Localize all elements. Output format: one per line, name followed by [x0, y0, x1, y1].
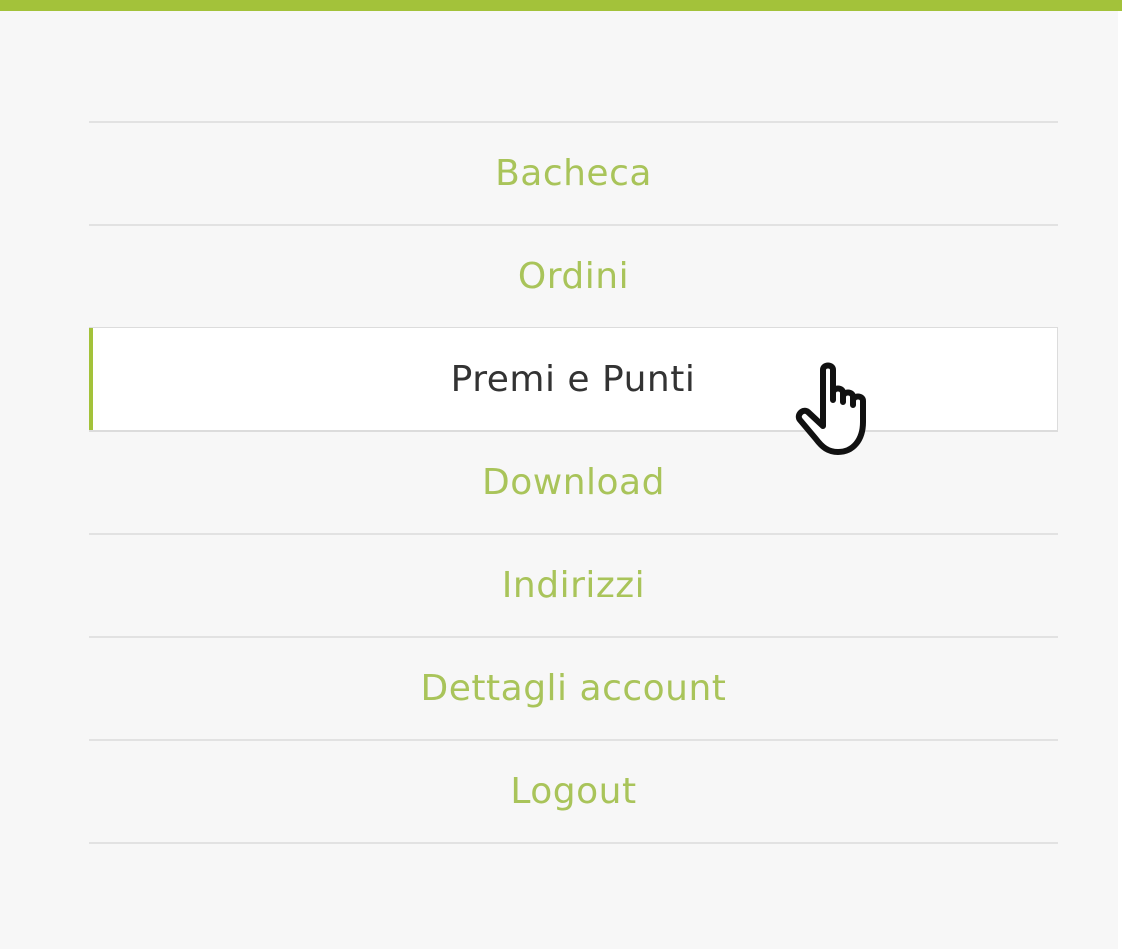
- nav-item-label: Indirizzi: [501, 565, 646, 606]
- nav-item-label: Download: [482, 462, 665, 503]
- nav-item-download[interactable]: Download: [89, 432, 1058, 535]
- nav-item-label: Logout: [510, 771, 637, 812]
- nav-item-label: Ordini: [517, 256, 630, 297]
- nav-item-label: Dettagli account: [420, 668, 727, 709]
- right-edge-strip: [1118, 11, 1122, 949]
- nav-item-logout[interactable]: Logout: [89, 741, 1058, 844]
- nav-item-dettagli-account[interactable]: Dettagli account: [89, 638, 1058, 741]
- hand-pointer-icon: [795, 362, 866, 455]
- nav-item-premi-e-punti[interactable]: Premi e Punti: [89, 327, 1058, 432]
- nav-item-bacheca[interactable]: Bacheca: [89, 123, 1058, 226]
- nav-item-label: Bacheca: [495, 153, 652, 194]
- top-accent-bar: [0, 0, 1122, 11]
- account-navigation: Bacheca Ordini Premi e Punti Download In…: [89, 121, 1058, 844]
- nav-item-indirizzi[interactable]: Indirizzi: [89, 535, 1058, 638]
- nav-item-label: Premi e Punti: [450, 358, 696, 400]
- nav-item-ordini[interactable]: Ordini: [89, 226, 1058, 329]
